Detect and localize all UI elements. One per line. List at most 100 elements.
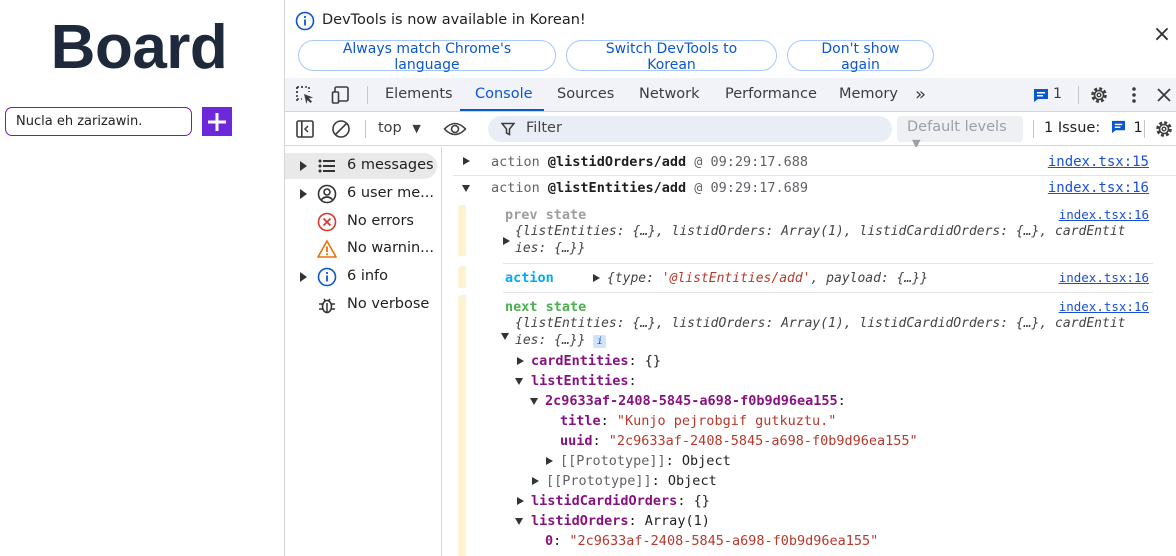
log-group-title: action @listidOrders/add @ 09:29:17.688: [491, 154, 808, 170]
warning-icon: [317, 240, 337, 258]
sidebar-item-messages[interactable]: 6 messages: [285, 153, 437, 179]
device-toolbar-icon[interactable]: [331, 85, 351, 105]
summary-text: ies: {…}}: [515, 333, 586, 348]
kebab-menu-icon[interactable]: [1125, 85, 1143, 105]
source-link[interactable]: index.tsx:16: [1048, 180, 1149, 196]
sidebar-label: 6 info: [347, 268, 389, 284]
tab-console[interactable]: Console: [475, 78, 533, 111]
user-icon: [317, 184, 337, 204]
tree-node-entity[interactable]: 2c9633af-2408-5845-a698-f0b9d96ea155:: [545, 393, 846, 409]
collapse-arrow-icon[interactable]: [462, 185, 470, 192]
sidebar-toggle-icon[interactable]: [296, 120, 314, 138]
sidebar-item-info[interactable]: 6 info: [285, 264, 441, 290]
log-prefix: action: [491, 180, 540, 196]
close-infobar-icon[interactable]: ×: [1151, 24, 1173, 46]
console-sidebar: 6 messages 6 user me... No errors No war…: [285, 147, 442, 556]
tree-node-cardEntities[interactable]: cardEntities: {}: [531, 353, 661, 369]
property-key: uuid: [560, 433, 593, 449]
add-list-button[interactable]: [202, 107, 232, 136]
tree-node-listidOrders[interactable]: listidOrders: Array(1): [531, 513, 710, 529]
sidebar-item-errors[interactable]: No errors: [285, 209, 441, 235]
filter-input[interactable]: Filter: [488, 116, 892, 142]
tab-elements[interactable]: Elements: [385, 78, 453, 111]
live-expression-eye-icon[interactable]: [443, 121, 467, 137]
info-icon: [317, 267, 337, 287]
collapse-arrow-icon[interactable]: [515, 518, 523, 525]
tab-memory[interactable]: Memory: [839, 78, 898, 111]
collapse-arrow-icon[interactable]: [501, 333, 509, 340]
property-key: [[Prototype]]: [546, 473, 652, 489]
settings-gear-icon[interactable]: [1089, 85, 1109, 105]
source-link[interactable]: index.tsx:16: [1059, 299, 1149, 314]
log-levels-dropdown[interactable]: Default levels ▼: [897, 116, 1023, 150]
property-value: :: [837, 393, 846, 409]
expand-arrow-icon[interactable]: [532, 477, 539, 485]
tree-node-prototype[interactable]: [[Prototype]]: Object: [546, 473, 717, 489]
infobar-message: DevTools is now available in Korean!: [322, 12, 586, 28]
expand-arrow-icon[interactable]: [546, 457, 553, 465]
property-value: : {}: [677, 493, 710, 509]
group-indent-bar: [458, 295, 466, 556]
sidebar-label: 6 user me...: [347, 185, 434, 201]
tab-sources[interactable]: Sources: [557, 78, 614, 111]
collapse-arrow-icon[interactable]: [515, 378, 523, 385]
console-toolbar: top ▼ Filter Default levels ▼ 1 Issue: 1: [285, 112, 1176, 150]
group-indent-bar: [458, 205, 466, 256]
context-selector[interactable]: top ▼: [378, 120, 421, 136]
more-tabs-icon[interactable]: »: [915, 78, 926, 111]
object-summary-cont: ies: {…}} i: [515, 333, 607, 348]
devtools-tabbar: Elements Console Sources Network Perform…: [285, 78, 1176, 112]
list-icon: [318, 159, 335, 173]
info-badge-icon[interactable]: i: [593, 335, 607, 348]
expand-arrow-icon[interactable]: [517, 497, 524, 505]
prev-state-label: prev state: [505, 207, 587, 223]
sidebar-label: 6 messages: [347, 157, 434, 173]
expand-arrow-icon[interactable]: [593, 274, 600, 282]
sidebar-item-verbose[interactable]: No verbose: [285, 292, 441, 318]
property-value: "2c9633af-2408-5845-a698-f0b9d96ea155": [569, 533, 879, 549]
tree-node-prototype[interactable]: [[Prototype]]: Object: [560, 453, 731, 469]
object-summary: {listEntities: {…}, listidOrders: Array(…: [515, 316, 1126, 331]
sidebar-item-user-messages[interactable]: 6 user me...: [285, 181, 441, 207]
list-title-input[interactable]: [5, 107, 192, 136]
issues-indicator[interactable]: 1 Issue: 1: [1044, 120, 1143, 136]
row-divider: [503, 263, 1153, 264]
plus-icon: [208, 112, 226, 131]
dont-show-again-button[interactable]: Don't show again: [787, 40, 934, 73]
always-match-language-button[interactable]: Always match Chrome's language: [298, 40, 556, 73]
devtools-panel: DevTools is now available in Korean! Alw…: [284, 0, 1176, 556]
switch-to-korean-button[interactable]: Switch DevTools to Korean: [566, 40, 777, 73]
clear-console-icon[interactable]: [331, 119, 351, 139]
console-settings-gear-icon[interactable]: [1154, 119, 1174, 139]
expand-arrow-icon[interactable]: [503, 237, 510, 245]
toolbar-divider: [1144, 120, 1145, 138]
property-value: : Object: [651, 473, 717, 489]
info-icon: [295, 11, 315, 31]
tab-network[interactable]: Network: [639, 78, 700, 111]
issues-chat-icon[interactable]: [1033, 88, 1049, 103]
sidebar-label: No warnin...: [347, 240, 435, 256]
inspect-element-icon[interactable]: [295, 85, 315, 105]
expand-arrow-icon[interactable]: [517, 357, 524, 365]
log-prefix: action: [491, 154, 540, 170]
property-value: : Array(1): [628, 513, 710, 529]
log-group-title: action @listEntities/add @ 09:29:17.689: [491, 180, 808, 196]
expand-arrow-icon[interactable]: [463, 157, 470, 165]
sidebar-item-warnings[interactable]: No warnin...: [285, 236, 441, 262]
action-label: action: [505, 270, 554, 286]
row-divider: [453, 175, 1176, 176]
active-tab-indicator: [460, 109, 544, 111]
issues-label: 1 Issue:: [1044, 120, 1101, 136]
source-link[interactable]: index.tsx:15: [1048, 154, 1149, 170]
tab-performance[interactable]: Performance: [725, 78, 817, 111]
close-devtools-icon[interactable]: [1155, 85, 1173, 105]
tree-node-listidCardidOrders[interactable]: listidCardidOrders: {}: [531, 493, 710, 509]
source-link[interactable]: index.tsx:16: [1059, 207, 1149, 222]
log-timestamp: @ 09:29:17.689: [694, 180, 809, 196]
collapse-arrow-icon[interactable]: [530, 398, 538, 405]
tree-node-listEntities[interactable]: listEntities:: [531, 373, 637, 389]
issues-count[interactable]: 1: [1053, 78, 1062, 111]
summary-open: {type:: [607, 271, 662, 286]
log-timestamp: @ 09:29:17.688: [694, 154, 809, 170]
source-link[interactable]: index.tsx:16: [1059, 270, 1149, 285]
